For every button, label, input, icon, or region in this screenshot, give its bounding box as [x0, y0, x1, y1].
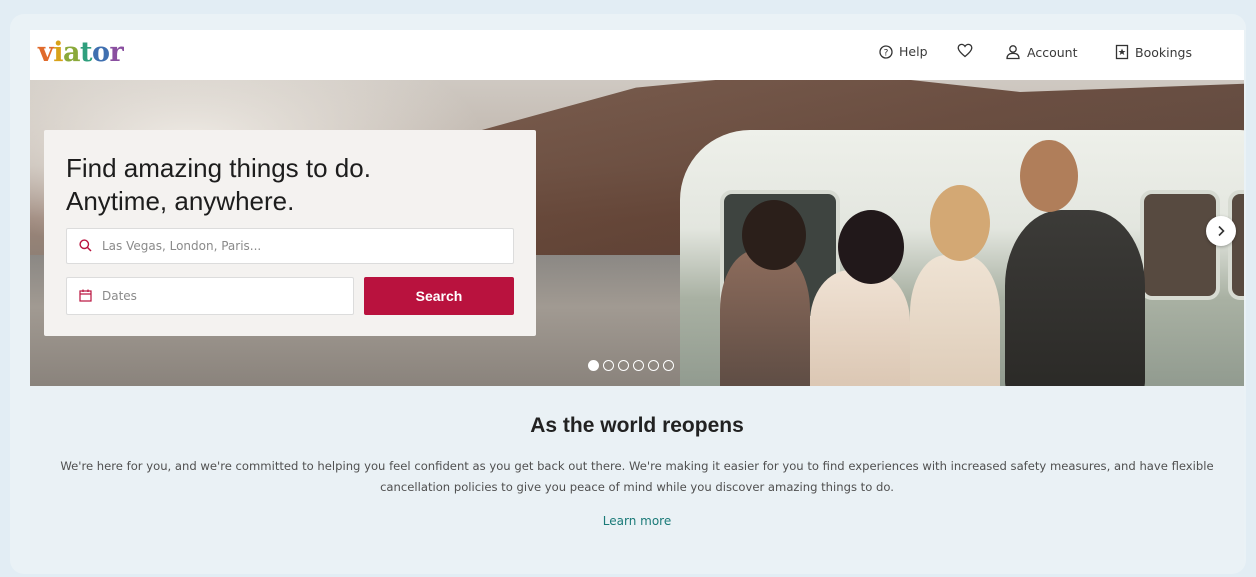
viator-logo[interactable]: viator [38, 38, 124, 68]
hero-banner: Find amazing things to do. Anytime, anyw… [30, 80, 1244, 386]
search-card: Find amazing things to do. Anytime, anyw… [44, 130, 536, 336]
dates-picker[interactable] [66, 277, 354, 315]
learn-more-link[interactable]: Learn more [30, 514, 1244, 528]
carousel-dot[interactable] [663, 360, 674, 371]
hero-title-line2: Anytime, anywhere. [66, 186, 295, 216]
carousel-dot[interactable] [648, 360, 659, 371]
dates-input[interactable] [102, 289, 302, 303]
nav-account[interactable]: Account [1005, 44, 1077, 60]
nav-bookings[interactable]: Bookings [1115, 44, 1192, 60]
help-icon: ? [879, 44, 893, 59]
heart-icon [957, 43, 973, 58]
carousel-next-button[interactable] [1206, 216, 1236, 246]
site-header: viator ? Help Account Bookings [30, 30, 1244, 80]
nav-help[interactable]: ? Help [879, 44, 928, 59]
wishlist-button[interactable] [957, 43, 973, 58]
reopen-description: We're here for you, and we're committed … [60, 459, 1214, 494]
nav-help-label: Help [899, 44, 928, 59]
carousel-dot[interactable] [603, 360, 614, 371]
bookings-icon [1115, 44, 1129, 60]
nav-account-label: Account [1027, 44, 1078, 60]
hero-person-head [930, 185, 990, 261]
van-window [1140, 190, 1220, 300]
reopen-heading: As the world reopens [530, 414, 744, 437]
chevron-right-icon [1216, 222, 1226, 241]
search-icon [79, 237, 92, 256]
hero-person-head [1020, 140, 1078, 212]
hero-person [810, 270, 910, 386]
carousel-dot[interactable] [633, 360, 644, 371]
destination-search[interactable] [66, 228, 514, 264]
hero-title: Find amazing things to do. Anytime, anyw… [66, 152, 486, 218]
nav-bookings-label: Bookings [1135, 44, 1192, 60]
calendar-icon [79, 287, 92, 306]
hero-person-head [838, 210, 904, 284]
page: viator ? Help Account Bookings Find amaz… [30, 30, 1244, 560]
hero-person [720, 250, 810, 386]
carousel-dot[interactable] [588, 360, 599, 371]
hero-person [910, 255, 1000, 386]
van-window [1228, 190, 1244, 300]
destination-search-input[interactable] [102, 239, 482, 253]
hero-person [1005, 210, 1145, 386]
hero-person-head [742, 200, 806, 270]
search-button[interactable]: Search [364, 277, 514, 315]
carousel-dots [588, 360, 674, 371]
svg-text:?: ? [884, 48, 889, 58]
account-icon [1005, 44, 1021, 60]
hero-title-line1: Find amazing things to do. [66, 153, 371, 183]
carousel-dot[interactable] [618, 360, 629, 371]
